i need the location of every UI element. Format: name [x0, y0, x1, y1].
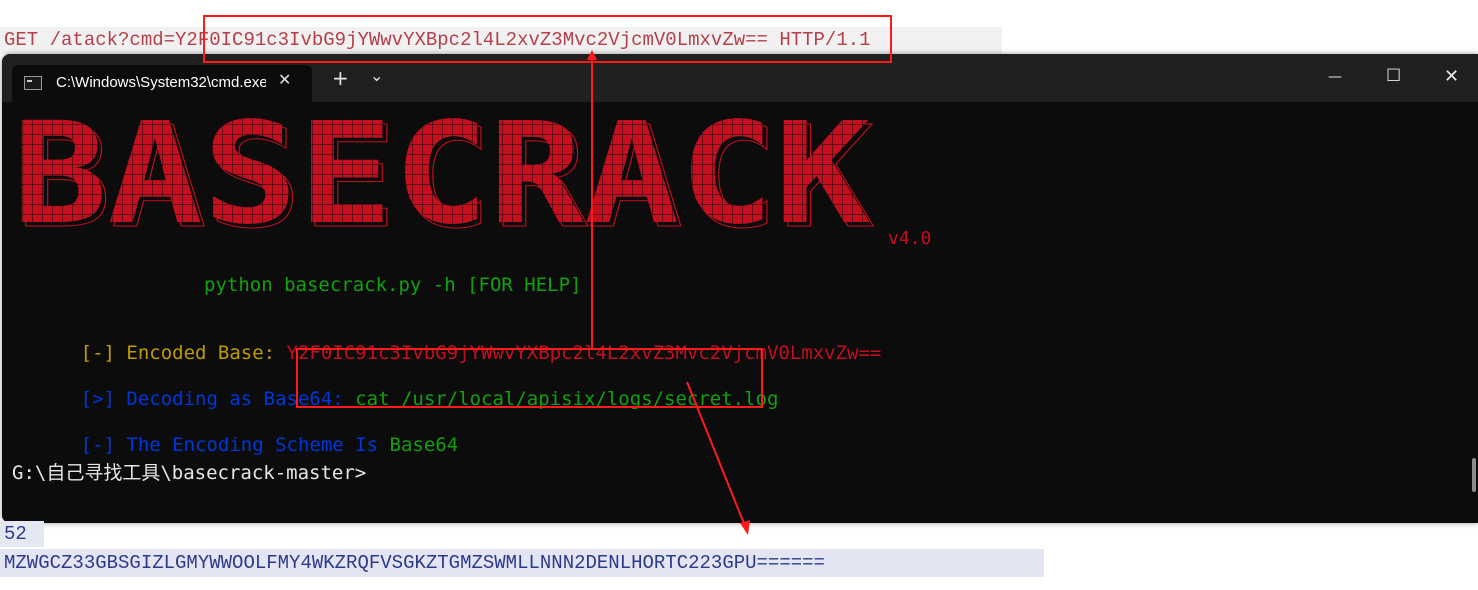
cmd-icon: [24, 76, 42, 90]
scheme-value: Base64: [389, 434, 459, 456]
response-data: MZWGCZ33GBSGIZLGMYWWOOLFMY4WKZRQFVSGKZTG…: [0, 549, 1044, 577]
scrollbar[interactable]: [1472, 458, 1476, 492]
tab-title: C:\Windows\System32\cmd.exe: [56, 74, 266, 91]
http-request-line: GET /atack?cmd=Y2F0IC91c3IvbG9jYWwvYXBpc…: [0, 27, 1002, 54]
help-line: python basecrack.py -h [FOR HELP]: [204, 274, 582, 296]
response-length: 52: [0, 521, 44, 547]
minimize-button[interactable]: —: [1328, 69, 1342, 85]
decoding-prefix: [>] Decoding as Base64:: [80, 388, 356, 410]
basecrack-banner: BASECRACK BASECRACK: [12, 114, 875, 244]
new-tab-button[interactable]: +: [332, 66, 349, 90]
scheme-prefix: [-] The Encoding Scheme Is: [80, 434, 390, 456]
tab-close-icon[interactable]: ✕: [278, 70, 291, 89]
version-label: v4.0: [888, 228, 932, 249]
tab-cmd[interactable]: C:\Windows\System32\cmd.exe ✕: [12, 65, 312, 102]
maximize-button[interactable]: ☐: [1386, 66, 1401, 86]
close-button[interactable]: ✕: [1444, 66, 1459, 87]
decoded-value: cat /usr/local/apisix/logs/secret.log: [355, 388, 779, 410]
command-prompt[interactable]: G:\自己寻找工具\basecrack-master>: [12, 458, 366, 485]
terminal-window[interactable]: C:\Windows\System32\cmd.exe ✕ + ⌄ — ☐ ✕ …: [2, 54, 1478, 523]
encoded-prefix: [-] Encoded Base:: [80, 342, 287, 364]
banner-text: BASECRACK: [12, 114, 870, 244]
chevron-down-icon[interactable]: ⌄: [370, 66, 383, 85]
terminal-titlebar[interactable]: C:\Windows\System32\cmd.exe ✕ + ⌄ — ☐ ✕: [2, 54, 1478, 102]
encoded-value: Y2F0IC91c3IvbG9jYWwvYXBpc2l4L2xvZ3Mvc2Vj…: [286, 342, 882, 364]
